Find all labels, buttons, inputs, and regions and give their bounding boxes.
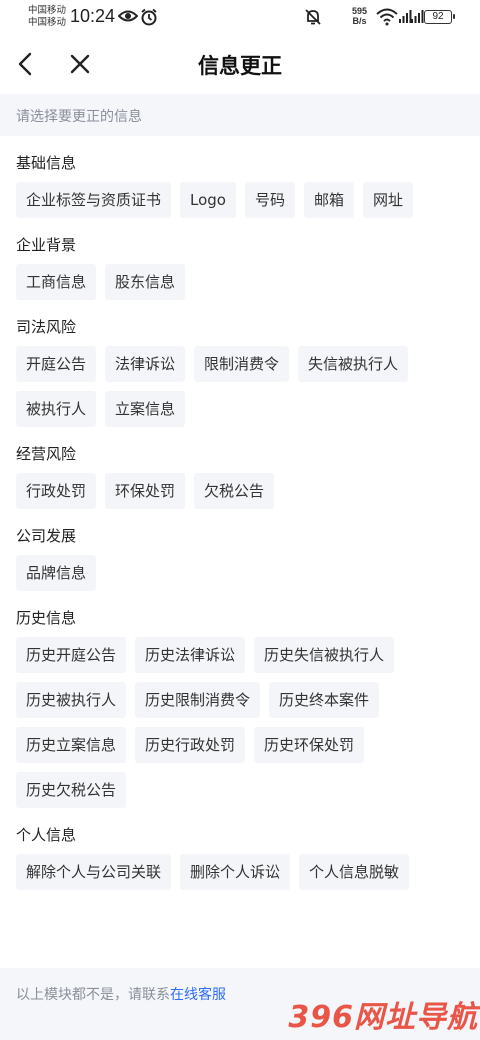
option-chip[interactable]: 工商信息 xyxy=(16,264,97,300)
alarm-icon xyxy=(141,8,157,26)
battery-icon: 92 xyxy=(424,10,455,24)
section: 个人信息解除个人与公司关联 删除个人诉讼 个人信息脱敏 xyxy=(0,808,480,890)
net-speed: 595 B/s xyxy=(352,6,367,26)
signal-icon xyxy=(411,10,424,23)
chip-group: 解除个人与公司关联 删除个人诉讼 个人信息脱敏 xyxy=(16,854,464,890)
nav-bar: 信息更正 xyxy=(0,36,480,94)
section: 历史信息历史开庭公告 历史法律诉讼 历史失信被执行人历史被执行人 历史限制消费令 历史终… xyxy=(0,591,480,808)
chip-group: 历史开庭公告 历史法律诉讼 历史失信被执行人 历史被执行人 历史限制消费令 历史终本案件历… xyxy=(16,637,464,808)
option-chip[interactable]: 历史立案信息 xyxy=(16,727,127,763)
option-chip[interactable]: 历史失信被执行人 xyxy=(254,637,395,673)
option-chip[interactable]: 历史限制消费令 xyxy=(135,682,261,718)
section-title: 司法风险 xyxy=(16,318,77,336)
option-chip[interactable]: 历史终本案件 xyxy=(269,682,380,718)
option-chip[interactable]: 个人信息脱敏 xyxy=(299,854,410,890)
option-chip[interactable]: 股东信息 xyxy=(105,264,186,300)
option-chip[interactable]: 失信被执行人 xyxy=(298,346,409,382)
section-title: 公司发展 xyxy=(16,527,77,545)
option-chip[interactable]: 解除个人与公司关联 xyxy=(16,854,172,890)
option-chip[interactable]: 邮箱 xyxy=(304,182,355,218)
option-chip[interactable]: 开庭公告 xyxy=(16,346,97,382)
option-chip[interactable]: 限制消费令 xyxy=(194,346,290,382)
correction-options: 基础信息企业标签与资质证书 Logo 号码 邮箱 网址企业背景工商信息 股东信息司法风险开… xyxy=(0,136,480,890)
section: 企业背景工商信息 股东信息 xyxy=(0,218,480,300)
page-title: 信息更正 xyxy=(198,54,282,78)
net-speed-value: 595 xyxy=(352,6,368,16)
option-chip[interactable]: 历史环保处罚 xyxy=(254,727,365,763)
section: 基础信息企业标签与资质证书 Logo 号码 邮箱 网址 xyxy=(0,136,480,218)
footer: 以上模块都不是，请联系在线客服 396网址导航 xyxy=(0,968,480,1040)
section-title: 历史信息 xyxy=(16,609,77,627)
section-title: 基础信息 xyxy=(16,154,77,172)
chip-group: 企业标签与资质证书 Logo 号码 邮箱 网址 xyxy=(16,182,464,218)
option-chip[interactable]: 历史开庭公告 xyxy=(16,637,127,673)
footer-prompt: 以上模块都不是，请联系 xyxy=(16,987,170,1003)
footer-text: 以上模块都不是，请联系在线客服 xyxy=(16,984,226,1004)
option-chip[interactable]: 被执行人 xyxy=(16,391,97,427)
section: 经营风险行政处罚 环保处罚 欠税公告 xyxy=(0,427,480,509)
carrier-2: 中国移动 xyxy=(28,17,67,28)
section-title: 经营风险 xyxy=(16,445,77,463)
option-chip[interactable]: 企业标签与资质证书 xyxy=(16,182,172,218)
section: 公司发展 品牌信息 xyxy=(0,509,480,591)
option-chip[interactable]: 欠税公告 xyxy=(194,473,275,509)
net-speed-unit: B/s xyxy=(352,16,367,26)
option-chip[interactable]: 历史被执行人 xyxy=(16,682,127,718)
option-chip[interactable]: 号码 xyxy=(245,182,296,218)
chip-group: 品牌信息 xyxy=(16,555,464,591)
wifi-icon xyxy=(376,8,398,26)
mute-icon xyxy=(305,9,321,25)
option-chip[interactable]: 环保处罚 xyxy=(105,473,186,509)
hint-text: 请选择要更正的信息 xyxy=(16,109,142,125)
watermark-logo: 396网址导航 xyxy=(288,1000,478,1035)
chip-group: 工商信息 股东信息 xyxy=(16,264,464,300)
option-chip[interactable]: 历史法律诉讼 xyxy=(135,637,246,673)
carrier-1: 中国移动 xyxy=(28,5,67,16)
option-chip[interactable]: 品牌信息 xyxy=(16,555,97,591)
option-chip[interactable]: 网址 xyxy=(363,182,414,218)
option-chip[interactable]: 历史欠税公告 xyxy=(16,772,127,808)
online-service-link[interactable]: 在线客服 xyxy=(170,987,226,1003)
section-title: 个人信息 xyxy=(16,826,77,844)
option-chip[interactable]: 历史行政处罚 xyxy=(135,727,246,763)
clock: 10:24 xyxy=(70,6,116,26)
chip-group: 行政处罚 环保处罚 欠税公告 xyxy=(16,473,464,509)
option-chip[interactable]: 删除个人诉讼 xyxy=(180,854,291,890)
option-chip[interactable]: 法律诉讼 xyxy=(105,346,186,382)
status-bar: 中国移动 中国移动 10:24 595 B/s 92 xyxy=(0,0,480,36)
eye-icon xyxy=(118,10,138,22)
section: 司法风险开庭公告 法律诉讼 限制消费令 失信被执行人被执行人 立案信息 xyxy=(0,300,480,427)
carrier-info: 中国移动 中国移动 xyxy=(28,5,66,29)
section-title: 企业背景 xyxy=(16,236,77,254)
option-chip[interactable]: 立案信息 xyxy=(105,391,186,427)
hint-bar: 请选择要更正的信息 xyxy=(0,94,480,136)
option-chip[interactable]: Logo xyxy=(180,182,236,218)
option-chip[interactable]: 行政处罚 xyxy=(16,473,97,509)
chip-group: 开庭公告 法律诉讼 限制消费令 失信被执行人被执行人 立案信息 xyxy=(16,346,464,427)
